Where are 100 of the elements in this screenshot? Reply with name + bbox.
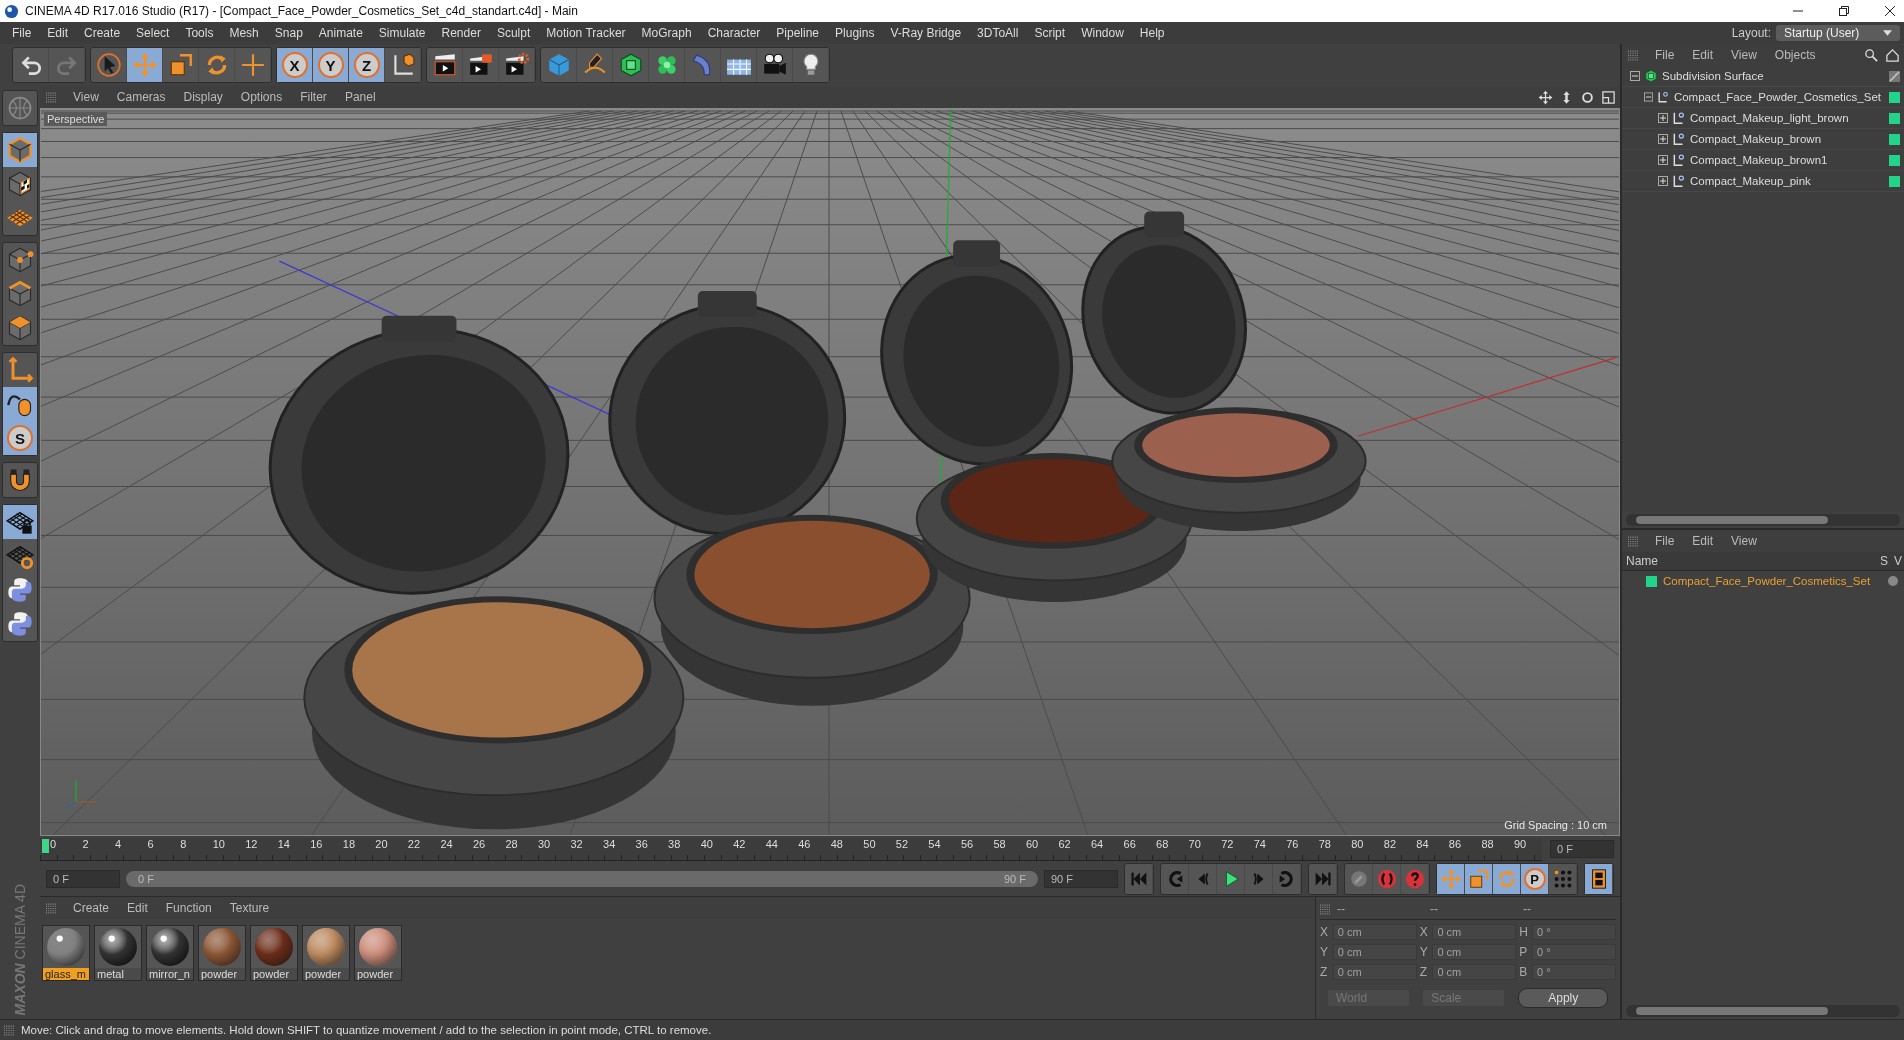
menu-item[interactable]: Texture bbox=[221, 901, 278, 915]
object-name[interactable]: Compact_Face_Powder_Cosmetics_Set bbox=[1673, 91, 1881, 103]
toolbar-button[interactable]: X bbox=[277, 48, 313, 82]
menu-item[interactable]: Objects bbox=[1766, 48, 1824, 62]
coordinate-field[interactable]: 0 cm bbox=[1332, 924, 1417, 940]
start-frame-field[interactable]: 0 F bbox=[46, 870, 120, 888]
tool-button[interactable] bbox=[3, 505, 37, 539]
coordinate-field[interactable]: 0 ° bbox=[1532, 944, 1616, 960]
menu-item[interactable]: Simulate bbox=[370, 26, 434, 40]
coordinate-field[interactable]: 0 cm bbox=[1332, 964, 1417, 980]
playback-button[interactable]: P bbox=[1521, 864, 1549, 894]
tree-toggle-icon[interactable] bbox=[1658, 134, 1668, 144]
material-swatch[interactable]: powder bbox=[354, 925, 402, 981]
tree-toggle-icon[interactable] bbox=[1630, 71, 1640, 81]
coordinate-field[interactable]: 0 cm bbox=[1332, 944, 1417, 960]
four-way-arrow-icon[interactable] bbox=[1538, 89, 1553, 105]
menu-item[interactable]: Plugins bbox=[827, 26, 883, 40]
menu-item[interactable]: Tools bbox=[177, 26, 222, 40]
cube-outline-icon bbox=[6, 136, 34, 164]
menu-item[interactable]: Edit bbox=[119, 901, 156, 915]
material-swatch[interactable]: metal bbox=[94, 925, 142, 981]
playback-button[interactable] bbox=[1493, 864, 1521, 894]
menu-item[interactable]: Panel bbox=[336, 90, 384, 104]
object-name[interactable]: Compact_Makeup_brown1 bbox=[1690, 154, 1828, 166]
solo-dot-icon[interactable] bbox=[1888, 576, 1898, 586]
menu-item[interactable]: Select bbox=[128, 26, 178, 40]
menu-item[interactable]: Mesh bbox=[221, 26, 267, 40]
menu-item[interactable]: Script bbox=[1026, 26, 1074, 40]
coordinate-field[interactable]: 0 cm bbox=[1432, 924, 1517, 940]
playback-button[interactable] bbox=[1437, 864, 1465, 894]
close-icon[interactable] bbox=[1884, 5, 1896, 17]
menu-item[interactable]: Display bbox=[175, 90, 231, 104]
timeline-ruler[interactable]: 0 2 4 6 8 10 12 14 16 18 20 22 24 26 28 30 32 34 36 38 40 42 44 46 48 50 52 54 56 58 60 62 64 66 68 70 72 74 76 78 80 82 84 86 88 90 bbox=[40, 837, 1542, 861]
material-swatch[interactable]: mirror_n bbox=[146, 925, 194, 981]
menu-item[interactable]: Window bbox=[1073, 26, 1132, 40]
tree-toggle-icon[interactable] bbox=[1658, 155, 1668, 165]
material-swatch[interactable]: powder bbox=[250, 925, 298, 981]
menu-item[interactable]: Animate bbox=[310, 26, 371, 40]
playback-button[interactable] bbox=[1465, 864, 1493, 894]
window-icon[interactable] bbox=[1601, 89, 1616, 105]
menu-item[interactable]: Snap bbox=[266, 26, 311, 40]
object-name[interactable]: Compact_Makeup_pink bbox=[1690, 175, 1811, 187]
material-swatch[interactable]: powder bbox=[198, 925, 246, 981]
menu-item[interactable]: Motion Tracker bbox=[538, 26, 634, 40]
menu-item[interactable]: Cameras bbox=[108, 90, 174, 104]
menu-item[interactable]: Character bbox=[699, 26, 769, 40]
menu-item[interactable]: Help bbox=[1131, 26, 1173, 40]
menu-item[interactable]: Sculpt bbox=[488, 26, 539, 40]
menu-item[interactable]: Edit bbox=[1684, 48, 1722, 62]
coordinate-field[interactable]: 0 cm bbox=[1432, 964, 1517, 980]
apply-button[interactable]: Apply bbox=[1518, 988, 1608, 1008]
menu-item[interactable]: File bbox=[1647, 48, 1683, 62]
grip-icon bbox=[46, 902, 57, 914]
menu-item[interactable]: View bbox=[1723, 534, 1765, 548]
coordinate-field[interactable]: 0 cm bbox=[1432, 944, 1517, 960]
menu-item[interactable]: Function bbox=[157, 901, 220, 915]
material-swatch[interactable]: glass_m bbox=[42, 925, 90, 981]
menu-item[interactable]: 3DToAll bbox=[969, 26, 1027, 40]
menu-item[interactable]: MoGraph bbox=[633, 26, 700, 40]
frame-number: 44 bbox=[765, 837, 779, 852]
coordinate-field[interactable]: 0 ° bbox=[1532, 924, 1616, 940]
home-icon[interactable] bbox=[1885, 47, 1900, 63]
toolbar-button[interactable]: Z bbox=[349, 48, 385, 82]
menu-item[interactable]: Edit bbox=[1684, 534, 1722, 548]
menu-item[interactable]: Options bbox=[232, 90, 291, 104]
menu-item[interactable]: File bbox=[1647, 534, 1683, 548]
object-name[interactable]: Subdivision Surface bbox=[1662, 70, 1764, 82]
scrollbar[interactable] bbox=[1626, 1005, 1900, 1017]
scrollbar[interactable] bbox=[1626, 514, 1900, 526]
tool-button[interactable]: S bbox=[3, 421, 37, 455]
checker-cube-icon bbox=[6, 170, 34, 198]
menu-item[interactable]: Filter bbox=[292, 90, 335, 104]
menu-item[interactable]: View bbox=[65, 90, 107, 104]
material-swatch[interactable]: powder bbox=[302, 925, 350, 981]
toolbar-button[interactable]: Y bbox=[313, 48, 349, 82]
end-frame-field[interactable]: 90 F bbox=[1044, 870, 1118, 888]
menu-item[interactable]: View bbox=[1723, 48, 1765, 62]
menu-item[interactable]: Edit bbox=[39, 26, 77, 40]
tree-toggle-icon[interactable] bbox=[1658, 176, 1668, 186]
playhead-marker[interactable] bbox=[42, 838, 49, 853]
menu-item[interactable]: Pipeline bbox=[768, 26, 828, 40]
object-name[interactable]: Compact_Makeup_brown bbox=[1690, 133, 1822, 145]
menu-item[interactable]: File bbox=[4, 26, 40, 40]
playback-button[interactable] bbox=[1585, 864, 1613, 894]
coordinate-field[interactable]: 0 ° bbox=[1532, 964, 1616, 980]
menu-item[interactable]: V-Ray Bridge bbox=[882, 26, 970, 40]
search-icon[interactable] bbox=[1864, 47, 1879, 63]
layer-name[interactable]: Compact_Face_Powder_Cosmetics_Set bbox=[1663, 575, 1871, 587]
menu-item[interactable]: Render bbox=[433, 26, 489, 40]
material-ball-icon bbox=[201, 926, 243, 968]
tool-button[interactable] bbox=[3, 387, 37, 421]
tree-toggle-icon[interactable] bbox=[1658, 113, 1668, 123]
layout-dropdown[interactable]: Startup (User) bbox=[1776, 25, 1900, 41]
menu-item[interactable]: Create bbox=[65, 901, 118, 915]
object-name[interactable]: Compact_Makeup_light_brown bbox=[1690, 112, 1849, 124]
circular-arrows-icon[interactable] bbox=[1580, 89, 1595, 105]
current-frame-field[interactable]: 0 F bbox=[1550, 840, 1614, 858]
menu-item[interactable]: Create bbox=[76, 26, 129, 40]
tree-toggle-icon[interactable] bbox=[1644, 92, 1654, 102]
restore-icon[interactable] bbox=[1838, 5, 1850, 17]
